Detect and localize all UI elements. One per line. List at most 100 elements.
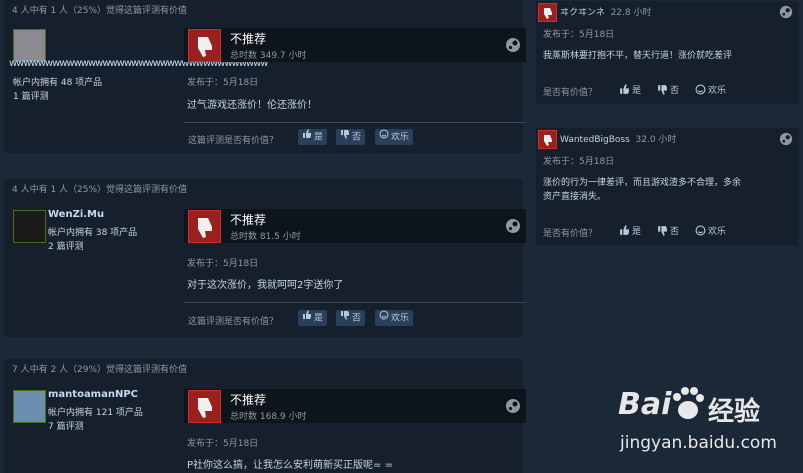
vote-no-button[interactable]: 否 (336, 310, 366, 326)
thumbs-down-icon (188, 210, 221, 243)
recommendation-header[interactable]: 不推荐 总时数 349.7 小时 (184, 28, 526, 62)
smiley-icon (379, 129, 389, 145)
review-card: WantedBigBoss 32.0 小时 发布于：5月18日 涨价的行为一律差… (536, 128, 798, 245)
watermark-brand-left: Bai (618, 387, 672, 422)
vote-yes-label: 是 (314, 313, 324, 324)
paw-icon (668, 385, 706, 427)
review-card: 7 人中有 2 人（29%）觉得这篇评测有价值 mantoamanNPC 帐户内… (4, 359, 526, 473)
username[interactable]: WantedBigBoss (560, 135, 630, 145)
vote-funny-button[interactable]: 欢乐 (695, 83, 726, 98)
vote-yes-button[interactable]: 是 (619, 83, 641, 98)
vote-funny-button[interactable]: 欢乐 (375, 310, 414, 326)
divider (184, 302, 526, 303)
vote-question: 这篇评测是否有价值？ (188, 317, 279, 327)
vote-yes-button[interactable]: 是 (298, 310, 328, 326)
posted-date: 发布于：5月18日 (543, 30, 615, 40)
smiley-icon (695, 225, 706, 239)
baidu-watermark: Bai 经验 jingyan.baidu.com (618, 385, 798, 467)
steam-icon (505, 218, 521, 238)
recommendation-header[interactable]: 不推荐 总时数 168.9 小时 (184, 389, 526, 423)
vote-question: 是否有价值？ (543, 229, 598, 239)
vote-funny-button[interactable]: 欢乐 (375, 129, 414, 145)
thumbs-up-icon (619, 83, 630, 98)
vote-funny-button[interactable]: 欢乐 (695, 224, 726, 239)
vote-yes-label: 是 (314, 132, 324, 143)
steam-icon (505, 398, 521, 418)
vote-question: 是否有价值？ (543, 88, 598, 98)
owned-products: 帐户内拥有 121 项产品 (48, 408, 143, 418)
recommendation-title: 不推荐 (230, 32, 267, 46)
review-header[interactable]: WantedBigBoss 32.0 小时 (560, 132, 676, 145)
vote-no-button[interactable]: 否 (657, 83, 679, 98)
posted-date: 发布于：5月18日 (187, 78, 259, 88)
steam-icon (779, 4, 793, 23)
review-header[interactable]: ヰクヰンネ 22.8 小时 (560, 5, 651, 18)
review-card: 4 人中有 1 人（25%）觉得这篇评测有价值 wwwwwwwwwwwwwwww… (4, 0, 526, 153)
owned-products: 帐户内拥有 38 项产品 (48, 228, 138, 238)
thumbs-down-icon (188, 390, 221, 423)
play-hours: 总时数 349.7 小时 (230, 51, 307, 61)
play-hours: 总时数 168.9 小时 (230, 412, 307, 422)
review-text-line: 资产直接消失。 (543, 192, 607, 202)
vote-no-button[interactable]: 否 (657, 224, 679, 239)
vote-no-button[interactable]: 否 (336, 129, 366, 145)
vote-funny-label: 欢乐 (391, 132, 410, 143)
thumbs-down-icon (538, 130, 557, 149)
thumbs-down-icon (657, 225, 668, 239)
steam-icon (779, 131, 793, 150)
thumbs-down-icon (188, 29, 221, 62)
play-hours: 22.8 小时 (610, 8, 652, 18)
posted-date: 发布于：5月18日 (187, 259, 259, 269)
review-count: 1 篇评测 (13, 92, 49, 102)
vote-no-label: 否 (670, 227, 680, 237)
review-count: 7 篇评测 (48, 422, 84, 432)
helpful-count: 7 人中有 2 人（29%）觉得这篇评测有价值 (12, 365, 188, 375)
smiley-icon (379, 310, 389, 326)
username[interactable]: ヰクヰンネ (560, 8, 605, 18)
play-hours: 32.0 小时 (635, 135, 677, 145)
smiley-icon (695, 84, 706, 98)
vote-yes-button[interactable]: 是 (298, 129, 328, 145)
review-text-line: 涨价的行为一律差评，而且游戏渣多不合理，多余 (543, 178, 742, 188)
avatar[interactable] (13, 390, 46, 423)
vote-no-label: 否 (352, 132, 362, 143)
helpful-count: 4 人中有 1 人（25%）觉得这篇评测有价值 (12, 6, 188, 16)
vote-yes-label: 是 (632, 227, 642, 237)
vote-funny-label: 欢乐 (708, 86, 727, 96)
thumbs-up-icon (302, 129, 312, 145)
thumbs-down-icon (340, 129, 350, 145)
divider (184, 122, 526, 123)
vote-funny-label: 欢乐 (391, 313, 410, 324)
review-text: 对于这次涨价，我就呵呵2字送你了 (187, 280, 344, 291)
vote-no-label: 否 (352, 313, 362, 324)
owned-products: 帐户内拥有 48 项产品 (13, 78, 103, 88)
vote-yes-button[interactable]: 是 (619, 224, 641, 239)
watermark-url: jingyan.baidu.com (620, 433, 777, 453)
steam-icon (505, 37, 521, 57)
thumbs-down-icon (340, 310, 350, 326)
review-card: 4 人中有 1 人（25%）觉得这篇评测有价值 WenZi.Mu 帐户内拥有 3… (4, 179, 526, 337)
recommendation-header[interactable]: 不推荐 总时数 81.5 小时 (184, 209, 526, 243)
thumbs-up-icon (302, 310, 312, 326)
review-text: P社你这么搞，让我怎么安利萌新买正版呢= = (187, 460, 393, 471)
username[interactable]: mantoamanNPC (48, 389, 138, 400)
review-count: 2 篇评测 (48, 242, 84, 252)
posted-date: 发布于：5月18日 (543, 157, 615, 167)
vote-funny-label: 欢乐 (708, 227, 727, 237)
review-text: 过气游戏还涨价！伦还涨价！ (187, 100, 317, 111)
review-card: ヰクヰンネ 22.8 小时 发布于：5月18日 我蒸斯林要打抱不平，替天行道！涨… (536, 1, 798, 104)
play-hours: 总时数 81.5 小时 (230, 232, 301, 242)
thumbs-down-icon (538, 3, 557, 22)
watermark-brand-right: 经验 (708, 397, 761, 427)
recommendation-title: 不推荐 (230, 393, 267, 407)
posted-date: 发布于：5月18日 (187, 439, 259, 449)
vote-question: 这篇评测是否有价值？ (188, 136, 279, 146)
vote-yes-label: 是 (632, 86, 642, 96)
vote-no-label: 否 (670, 86, 680, 96)
thumbs-up-icon (619, 224, 630, 239)
review-text: 我蒸斯林要打抱不平，替天行道！涨价就吃差评 (543, 51, 733, 61)
thumbs-down-icon (657, 84, 668, 98)
avatar[interactable] (13, 210, 46, 243)
username[interactable]: WenZi.Mu (48, 209, 104, 220)
recommendation-title: 不推荐 (230, 213, 267, 227)
